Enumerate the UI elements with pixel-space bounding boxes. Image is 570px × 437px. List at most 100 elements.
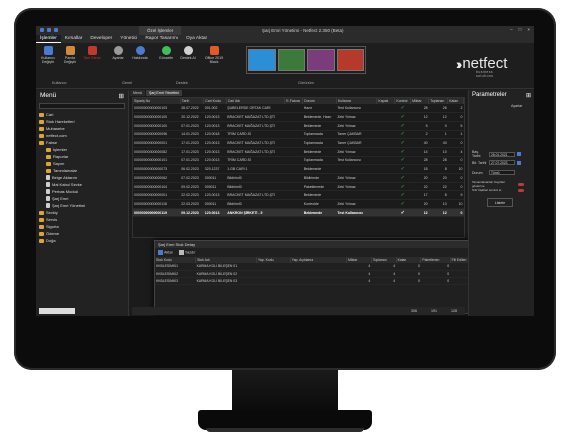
- table-cell: [376, 199, 395, 209]
- support-button[interactable]: Destek Al: [178, 46, 198, 60]
- tab-sarj-emri-yonetimi[interactable]: Şarj Emri Yönetimi: [146, 90, 182, 96]
- table-row[interactable]: 00000000000000073 06.02.2023 320.1237 1.GB …: [133, 164, 464, 174]
- export-button[interactable]: Aktar: [158, 250, 173, 255]
- table-cell: 2: [410, 130, 429, 140]
- settings-button[interactable]: Ayarlar: [108, 46, 128, 60]
- table-row[interactable]: KKBLESİMKİ2KARMA KOLİ BİLEŞEN 0244000: [155, 270, 480, 278]
- menu-developer[interactable]: Developer: [86, 35, 116, 43]
- table-row[interactable]: 00000000000000082 17.01.2023 120.0013 BRACK…: [133, 147, 464, 157]
- table-cell: KARMA KOLİ BİLEŞEN 02: [195, 270, 257, 278]
- theme-swatch-blue[interactable]: [248, 49, 276, 71]
- table-row[interactable]: 00000000000000118 22.03.2023 000011 Bildiri…: [133, 199, 464, 209]
- about-button[interactable]: Hakkında: [130, 46, 150, 60]
- table-cell: Toplanmada: [302, 130, 337, 140]
- table-cell: 4: [346, 270, 372, 278]
- menu-tree-label: Şarj Emri Yönetimi: [52, 203, 86, 208]
- menu-tree-item[interactable]: Doğa: [36, 237, 128, 244]
- menu-search-input[interactable]: [39, 103, 125, 109]
- menu-tree-item[interactable]: Stok Hareketleri: [36, 118, 128, 125]
- table-row[interactable]: 00000000000000100 20.12.2022 120.0013 BRACK…: [133, 112, 464, 122]
- table-row[interactable]: 00000000000000119 09.12.2023 120.0013 ANKRO…: [133, 208, 464, 218]
- menu-oya-aktar[interactable]: Oya Aktar: [182, 35, 211, 43]
- menu-tree-item[interactable]: Cari: [36, 111, 128, 118]
- save-icon[interactable]: [47, 28, 51, 32]
- toggle-completed-switch[interactable]: [518, 182, 524, 186]
- table-cell: [376, 164, 395, 174]
- menu-tree-item[interactable]: Servis: [36, 216, 128, 223]
- menu-tree-item[interactable]: Fabse: [36, 139, 128, 146]
- check-icon: ✓: [394, 121, 411, 131]
- undo-icon[interactable]: [54, 28, 58, 32]
- password-change-button[interactable]: Parola Değiştir: [60, 46, 80, 65]
- check-icon: ✓: [394, 147, 411, 157]
- print-button[interactable]: Yazdır: [178, 250, 196, 255]
- table-row[interactable]: 00000000000000100 07.01.2023 120.0013 BRACK…: [133, 121, 464, 131]
- user-change-button[interactable]: Kullanıcı Değiştir: [38, 46, 58, 65]
- table-row[interactable]: 00000000000000104 09.02.2023 000011 Bildiri…: [133, 182, 464, 192]
- menu-tree-item[interactable]: Belge Aktarım: [36, 174, 128, 181]
- maximize-icon[interactable]: □: [519, 27, 522, 32]
- button-label: Tam Ekran: [83, 56, 101, 60]
- table-cell: 4: [346, 277, 372, 285]
- menu-tree-item[interactable]: Ödeme: [36, 230, 128, 237]
- menu-yonetici[interactable]: Yönetici: [116, 35, 141, 43]
- fullscreen-button[interactable]: Tam Ekran: [82, 46, 102, 60]
- theme-swatch-green[interactable]: [277, 49, 305, 71]
- table-cell: 09.12.2023: [180, 208, 204, 218]
- menu-tree-label: Servis: [46, 217, 58, 222]
- table-row[interactable]: 00000000000000101 07.01.2023 120.0013 TRİM …: [133, 156, 464, 166]
- context-tab[interactable]: Özel İşlemler: [139, 26, 182, 35]
- menu-tree-item[interactable]: Perbas Moduü: [36, 188, 128, 195]
- list-button[interactable]: Listele: [487, 198, 513, 207]
- menu-rapor-tasarimi[interactable]: Rapor Tasarımı: [141, 35, 182, 43]
- table-cell: 0: [396, 270, 421, 278]
- menu-tree-item[interactable]: Şarj Emri: [36, 195, 128, 202]
- table-cell: KKBLESİMKİ1: [155, 263, 196, 271]
- table-cell: 00000000000000118: [133, 199, 181, 209]
- toggle-zero-switch[interactable]: [518, 188, 524, 192]
- table-cell: [284, 138, 303, 148]
- table-row[interactable]: KKBLESİMKİ1KARMA KOLİ BİLEŞEN 0144000: [155, 263, 480, 271]
- menu-kirsallar[interactable]: Kırsallar: [61, 35, 87, 43]
- table-row[interactable]: 00000000000000001 17.01.2023 120.0013 BRACK…: [133, 138, 464, 148]
- start-date-field[interactable]: 26.01.2021: [489, 151, 515, 157]
- office-theme-button[interactable]: Office 2019 Black: [202, 46, 226, 65]
- table-cell: 120.0013: [203, 156, 227, 166]
- close-icon[interactable]: ×: [527, 27, 530, 32]
- table-row[interactable]: 00000000000000103 28.07.2022 001.002 ŞUBELE…: [133, 104, 464, 114]
- calendar-icon[interactable]: [517, 160, 521, 165]
- menu-tree-item[interactable]: netfect.com: [36, 132, 128, 139]
- menu-tree-item[interactable]: Sayım: [36, 160, 128, 167]
- menu-tree-item[interactable]: Sigorta: [36, 223, 128, 230]
- menu-tree-item[interactable]: Tanımlamalar: [36, 167, 128, 174]
- table-row[interactable]: 00000000000000062 07.02.2023 000011 Bildiri…: [133, 173, 464, 183]
- table-cell: 28: [410, 156, 429, 166]
- tab-menu[interactable]: Menü: [130, 90, 145, 96]
- theme-swatch-purple[interactable]: [307, 49, 335, 71]
- menu-tree-item[interactable]: Sevkiy: [36, 209, 128, 216]
- table-row[interactable]: 00000000000000001 22.02.2023 120.0013 BRACK…: [133, 190, 464, 201]
- table-cell: 2: [447, 104, 464, 114]
- menu-tree-item[interactable]: İşlemler: [36, 146, 128, 153]
- menu-tree-item[interactable]: Mal Kabul Sevke: [36, 181, 128, 188]
- end-date-field[interactable]: 27.07.2023: [489, 160, 515, 165]
- status-select[interactable]: Tümü: [489, 170, 515, 175]
- minimize-icon[interactable]: –: [510, 27, 513, 32]
- table-cell: 10: [428, 199, 448, 209]
- menu-tree-item[interactable]: Şarj Emri Yönetimi: [36, 202, 128, 209]
- menu-islemler[interactable]: İşlemler: [36, 35, 61, 43]
- settings-dropdown[interactable]: Ayarlar: [511, 104, 522, 108]
- menu-tree-label: Perbas Moduü: [52, 189, 79, 194]
- toggle-zero-label: Sıfır İlişkileri kontrol et: [472, 188, 502, 192]
- table-cell: Beklemede: [302, 164, 337, 174]
- update-button[interactable]: Güncelle: [156, 46, 176, 60]
- theme-swatch-red[interactable]: [336, 49, 364, 71]
- table-row[interactable]: KKBLESİMKİ3KARMA KOLİ BİLEŞEN 0344000: [155, 277, 480, 285]
- table-cell: [376, 208, 395, 218]
- pin-icon[interactable]: ⊞: [526, 92, 531, 100]
- calendar-icon[interactable]: [517, 152, 521, 156]
- menu-tree-item[interactable]: Muhasebe: [36, 125, 128, 132]
- pin-icon[interactable]: ⊞: [119, 92, 124, 100]
- table-row[interactable]: 00000000000000096 14.01.2023 120.0018 TRİM …: [133, 130, 464, 140]
- menu-tree-item[interactable]: Raporlar: [36, 153, 128, 160]
